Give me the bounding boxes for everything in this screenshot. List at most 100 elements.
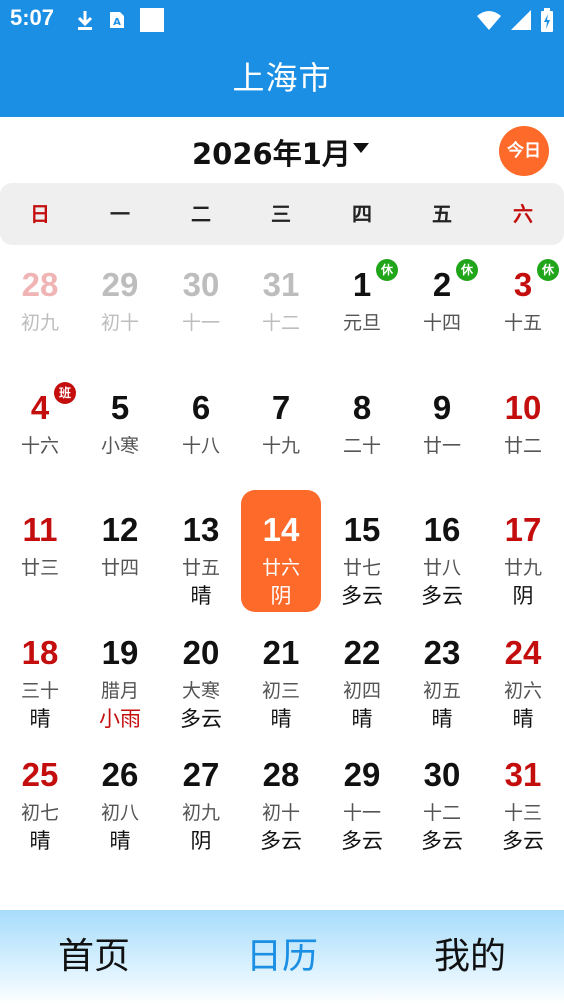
day-number: 11 bbox=[22, 511, 58, 548]
day-cell[interactable]: 6 十八 bbox=[161, 378, 241, 496]
weather-label: 多云 bbox=[341, 829, 383, 853]
weather-label: 阴 bbox=[190, 829, 212, 853]
day-cell-selected[interactable]: 14 廿六阴 bbox=[241, 490, 321, 612]
weekday-header: 日 一 二 三 四 五 六 bbox=[0, 183, 564, 245]
day-cell[interactable]: 4 十六班 bbox=[0, 378, 80, 496]
day-cell[interactable]: 28 初十 多云 bbox=[241, 745, 321, 863]
lunar-date: 小寒 bbox=[100, 435, 139, 457]
day-cell[interactable]: 12 廿四 bbox=[80, 500, 160, 618]
day-cell[interactable]: 16 廿八 多云 bbox=[402, 500, 482, 618]
app-header: 上海市 bbox=[0, 40, 564, 117]
signal-icon bbox=[510, 9, 532, 35]
day-cell[interactable]: 7 十九 bbox=[241, 378, 321, 496]
nav-home[interactable]: 首页 bbox=[0, 910, 188, 1004]
day-cell[interactable]: 2 十四休 bbox=[402, 255, 482, 373]
day-number: 8 bbox=[352, 389, 372, 426]
day-number: 9 bbox=[432, 389, 452, 426]
day-cell[interactable]: 3 十五休 bbox=[483, 255, 563, 373]
weather-label: 晴 bbox=[29, 829, 51, 853]
lunar-date: 廿七 bbox=[342, 557, 381, 579]
day-number: 29 bbox=[343, 756, 381, 793]
day-cell[interactable]: 24 初六晴 bbox=[483, 623, 563, 741]
day-cell[interactable]: 23 初五晴 bbox=[402, 623, 482, 741]
weather-label: 多云 bbox=[341, 584, 383, 608]
lunar-date: 初八 bbox=[100, 802, 139, 824]
day-number: 5 bbox=[110, 389, 130, 426]
lunar-date: 廿四 bbox=[100, 557, 139, 579]
lunar-date: 初六 bbox=[503, 680, 542, 702]
lunar-date: 元旦 bbox=[342, 312, 381, 334]
day-cell[interactable]: 29 初十 bbox=[80, 255, 160, 373]
day-cell[interactable]: 29 十一 多云 bbox=[322, 745, 402, 863]
day-number: 21 bbox=[262, 634, 300, 671]
day-cell[interactable]: 18 三十晴 bbox=[0, 623, 80, 741]
day-cell[interactable]: 9 廿一 bbox=[402, 378, 482, 496]
status-bar: 5:07 A bbox=[0, 0, 564, 40]
weekday-thu: 四 bbox=[352, 202, 372, 226]
day-cell[interactable]: 11 廿三 bbox=[0, 500, 80, 618]
wifi-icon bbox=[476, 9, 502, 35]
weekday-tue: 二 bbox=[191, 202, 211, 226]
day-number: 29 bbox=[101, 266, 139, 303]
day-cell[interactable]: 15 廿七 多云 bbox=[322, 500, 402, 618]
lunar-date: 廿九 bbox=[503, 557, 542, 579]
today-button[interactable]: 今日 bbox=[499, 126, 549, 176]
lunar-date: 十三 bbox=[503, 802, 542, 824]
svg-text:A: A bbox=[113, 17, 121, 28]
day-number: 30 bbox=[423, 756, 461, 793]
day-number: 28 bbox=[262, 756, 300, 793]
weather-label: 小雨 bbox=[99, 707, 141, 731]
day-cell[interactable]: 31 十三 多云 bbox=[483, 745, 563, 863]
day-cell[interactable]: 8 二十 bbox=[322, 378, 402, 496]
lunar-date: 十六 bbox=[20, 435, 59, 457]
day-cell[interactable]: 26 初八晴 bbox=[80, 745, 160, 863]
day-cell[interactable]: 27 初九阴 bbox=[161, 745, 241, 863]
day-cell[interactable]: 19 腊月 小雨 bbox=[80, 623, 160, 741]
city-title: 上海市 bbox=[232, 59, 332, 97]
weekday-sat: 六 bbox=[513, 202, 533, 226]
status-icons-right bbox=[476, 8, 554, 36]
day-number: 31 bbox=[262, 266, 300, 303]
status-time: 5:07 bbox=[10, 5, 55, 30]
lunar-date: 初九 bbox=[181, 802, 220, 824]
day-cell[interactable]: 21 初三晴 bbox=[241, 623, 321, 741]
weather-label: 晴 bbox=[109, 829, 131, 853]
nav-calendar[interactable]: 日历 bbox=[188, 910, 376, 1004]
lunar-date: 廿八 bbox=[422, 557, 461, 579]
day-cell[interactable]: 25 初七晴 bbox=[0, 745, 80, 863]
lunar-date: 初十 bbox=[100, 312, 139, 334]
day-number: 14 bbox=[262, 511, 300, 548]
day-number: 23 bbox=[423, 634, 461, 671]
day-cell[interactable]: 28 初九 bbox=[0, 255, 80, 373]
lunar-date: 初三 bbox=[261, 680, 300, 702]
caret-down-icon[interactable] bbox=[353, 143, 369, 153]
lunar-date: 初九 bbox=[20, 312, 59, 334]
nav-mine[interactable]: 我的 bbox=[376, 910, 564, 1004]
day-cell[interactable]: 20 大寒 多云 bbox=[161, 623, 241, 741]
lunar-date: 十二 bbox=[422, 802, 461, 824]
day-number: 16 bbox=[423, 511, 461, 548]
day-cell[interactable]: 31 十二 bbox=[241, 255, 321, 373]
month-selector[interactable]: 2026年1月 bbox=[192, 131, 351, 173]
lunar-date: 十九 bbox=[261, 435, 300, 457]
day-cell[interactable]: 17 廿九阴 bbox=[483, 500, 563, 618]
weather-label: 晴 bbox=[190, 584, 212, 608]
lunar-date: 廿一 bbox=[422, 435, 461, 457]
lunar-date: 腊月 bbox=[100, 680, 139, 702]
day-number: 17 bbox=[504, 511, 542, 548]
day-cell[interactable]: 1 元旦休 bbox=[322, 255, 402, 373]
day-cell[interactable]: 13 廿五晴 bbox=[161, 500, 241, 618]
weekday-mon: 一 bbox=[110, 202, 130, 226]
day-cell[interactable]: 5 小寒 bbox=[80, 378, 160, 496]
day-cell[interactable]: 30 十二 多云 bbox=[402, 745, 482, 863]
day-number: 7 bbox=[271, 389, 291, 426]
day-cell[interactable]: 10 廿二 bbox=[483, 378, 563, 496]
battery-icon bbox=[540, 8, 554, 36]
day-cell[interactable]: 22 初四晴 bbox=[322, 623, 402, 741]
weather-label: 阴 bbox=[270, 584, 292, 608]
lunar-date: 初四 bbox=[342, 680, 381, 702]
day-number: 18 bbox=[21, 634, 59, 671]
day-cell[interactable]: 30 十一 bbox=[161, 255, 241, 373]
lunar-date: 廿三 bbox=[20, 557, 59, 579]
day-number: 20 bbox=[182, 634, 220, 671]
